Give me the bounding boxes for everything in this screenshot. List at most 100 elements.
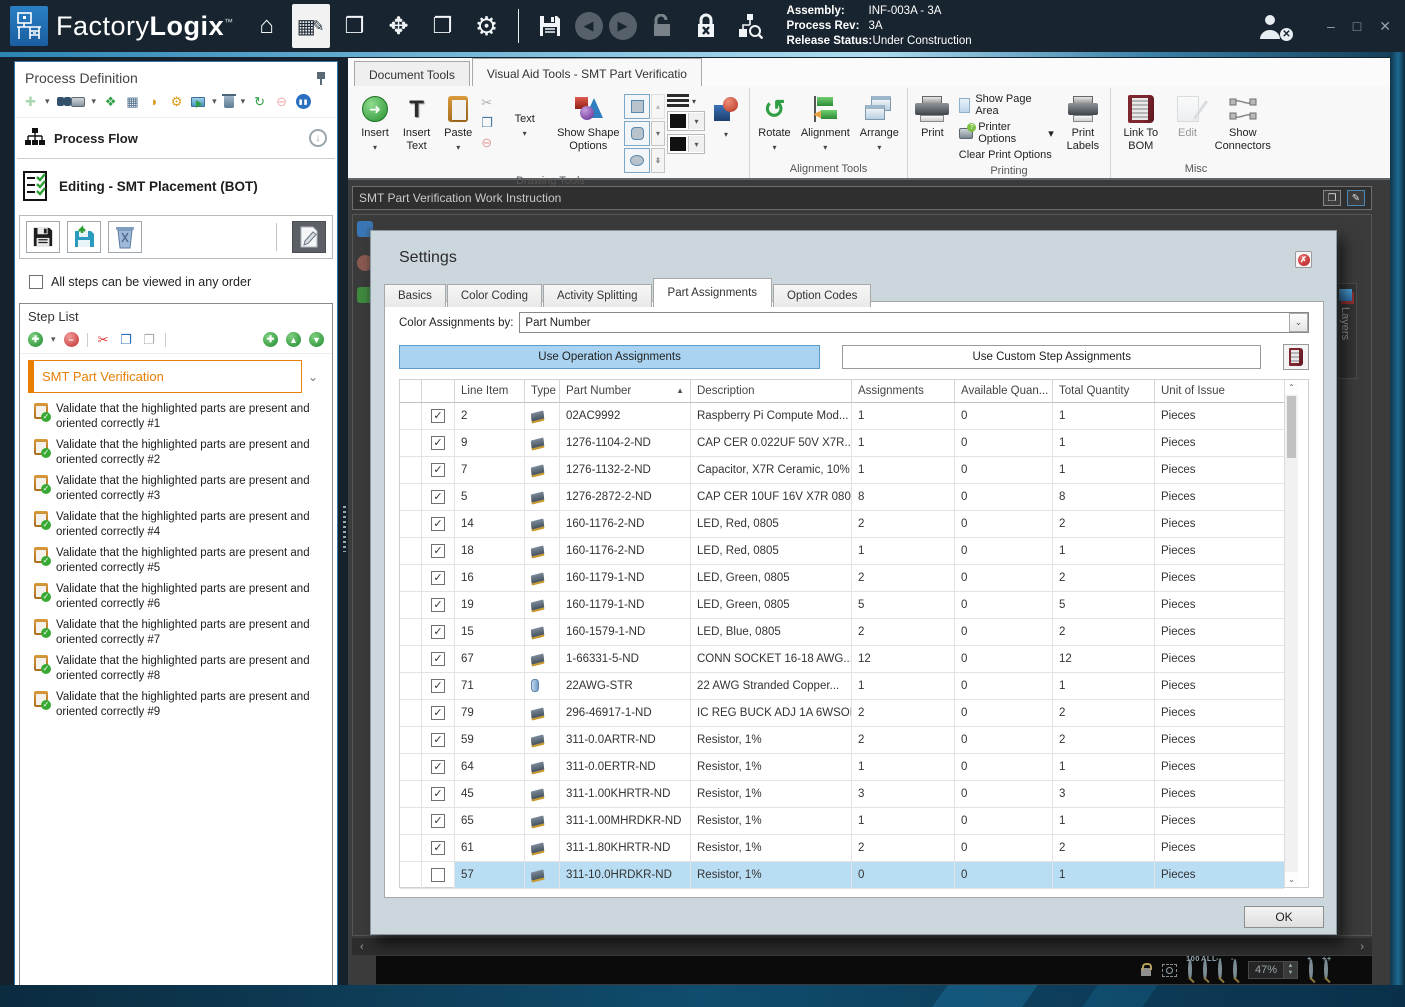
zoom-marquee-icon[interactable] — [1162, 964, 1177, 977]
row-checkbox-cell[interactable]: ✓ — [422, 673, 455, 700]
rotate-button[interactable]: ↺Rotate▾ — [754, 91, 795, 157]
save-icon[interactable] — [531, 4, 569, 48]
paste-icon[interactable]: ❐ — [142, 332, 157, 347]
row-checkbox[interactable]: ✓ — [431, 571, 445, 585]
row-checkbox[interactable]: ✓ — [431, 436, 445, 450]
text-menu-button[interactable]: Text▾ — [506, 91, 544, 143]
dialog-tab[interactable]: Color Coding — [447, 284, 542, 307]
show-connectors-button[interactable]: Show Connectors — [1209, 91, 1277, 156]
table-row[interactable]: ✓ 71 22AWG-STR 22 AWG Stranded Copper...… — [400, 673, 1284, 700]
add-operation-icon[interactable]: ✚ — [23, 94, 38, 109]
row-checkbox-cell[interactable]: ✓ — [422, 808, 455, 835]
row-checkbox-cell[interactable]: ✓ — [422, 646, 455, 673]
zoom-100-button[interactable]: 100 — [1188, 961, 1192, 979]
row-checkbox[interactable]: ✓ — [431, 760, 445, 774]
bom-view-button[interactable] — [1283, 344, 1309, 370]
row-checkbox[interactable]: ✓ — [431, 814, 445, 828]
save-export-button[interactable] — [67, 221, 101, 253]
delete-dropdown-icon[interactable]: ▾ — [241, 96, 246, 107]
zoom-lock-icon[interactable] — [1141, 968, 1151, 976]
total-quantity-header[interactable]: Total Quantity — [1053, 380, 1155, 402]
assignments-header[interactable]: Assignments — [852, 380, 955, 402]
shape-scroll-up-icon[interactable]: ▴ — [651, 94, 665, 119]
find-icon[interactable] — [57, 97, 64, 106]
zoom-level-control[interactable]: 47% ▲▼ — [1248, 961, 1298, 979]
cut-icon[interactable]: ✂ — [96, 332, 111, 347]
table-row[interactable]: ✓ 45 311-1.00KHRTR-ND Resistor, 1% 3 0 3… — [400, 781, 1284, 808]
link-to-bom-button[interactable]: Link To BOM — [1115, 91, 1167, 156]
add-step-dropdown-icon[interactable]: ▾ — [51, 334, 56, 345]
dialog-tab[interactable]: Option Codes — [773, 284, 871, 307]
row-checkbox-cell[interactable]: ✓ — [422, 835, 455, 862]
print-icon[interactable] — [71, 97, 85, 107]
export-folder-icon[interactable] — [191, 97, 205, 107]
options-gear-icon[interactable]: ⚙ — [169, 94, 184, 109]
dialog-tab[interactable]: Activity Splitting — [543, 284, 652, 307]
navigate-icon[interactable]: ✥ — [380, 4, 418, 48]
settings-gear-icon[interactable]: ⚙ — [468, 4, 506, 48]
table-row[interactable]: ✓ 59 311-0.0ARTR-ND Resistor, 1% 2 0 2 P… — [400, 727, 1284, 754]
arrange-button[interactable]: Arrange▾ — [856, 91, 903, 157]
edit-document-button[interactable] — [292, 221, 326, 253]
table-row[interactable]: ✓ 15 160-1579-1-ND LED, Blue, 0805 2 0 2… — [400, 619, 1284, 646]
row-checkbox[interactable]: ✓ — [431, 409, 445, 423]
checkbox-column-header[interactable] — [422, 380, 455, 402]
row-checkbox-cell[interactable]: ✓ — [422, 511, 455, 538]
step-list-item[interactable]: Validate that the highlighted parts are … — [20, 687, 332, 723]
ok-button[interactable]: OK — [1244, 906, 1324, 928]
edit-page-icon[interactable]: ✎ — [1347, 190, 1365, 206]
row-checkbox[interactable]: ✓ — [431, 706, 445, 720]
zoom-in-button[interactable]: + — [1309, 961, 1313, 979]
rectangle-shape-button[interactable] — [624, 94, 650, 119]
step-list-item[interactable]: Validate that the highlighted parts are … — [20, 507, 332, 543]
ribbon-tab[interactable]: Visual Aid Tools - SMT Part Verificatio — [472, 58, 702, 86]
table-row[interactable]: ✓ 61 311-1.80KHRTR-ND Resistor, 1% 2 0 2… — [400, 835, 1284, 862]
row-checkbox[interactable]: ✓ — [431, 733, 445, 747]
process-audit-icon[interactable] — [731, 4, 769, 48]
table-row[interactable]: ✓ 7 1276-1132-2-ND Capacitor, X7R Cerami… — [400, 457, 1284, 484]
printer-options-button[interactable]: Printer Options▾ — [959, 121, 1054, 145]
fill-color-picker[interactable]: ▾ — [667, 134, 705, 154]
line-style-button[interactable]: ▾ — [667, 94, 705, 108]
duplicate-page-icon[interactable]: ❐ — [1323, 190, 1341, 206]
show-page-area-button[interactable]: Show Page Area — [959, 93, 1054, 117]
user-session-icon[interactable]: ✕ — [1257, 13, 1283, 39]
row-checkbox-cell[interactable]: ✓ — [422, 538, 455, 565]
select-chevron-icon[interactable]: ⌄ — [1289, 313, 1308, 332]
row-checkbox-cell[interactable]: ✓ — [422, 727, 455, 754]
dialog-tab[interactable]: Part Assignments — [653, 278, 772, 307]
row-checkbox[interactable]: ✓ — [431, 652, 445, 666]
delete-shape-icon[interactable]: ⊖ — [481, 135, 493, 151]
move-down-icon[interactable]: ▼ — [309, 332, 324, 347]
zoom-all-button[interactable]: ALL — [1203, 961, 1207, 979]
zoom-out-fast-button[interactable]: -- — [1218, 961, 1222, 979]
order-checkbox[interactable] — [29, 275, 43, 289]
row-checkbox-cell[interactable]: ✓ — [422, 754, 455, 781]
add-substep-icon[interactable]: ✚ — [263, 332, 278, 347]
step-list-item[interactable]: Validate that the highlighted parts are … — [20, 651, 332, 687]
back-icon[interactable]: ◀ — [575, 12, 603, 40]
table-row[interactable]: ✓ 67 1-66331-5-ND CONN SOCKET 16-18 AWG.… — [400, 646, 1284, 673]
shape-3d-button[interactable]: ▾ — [707, 91, 745, 144]
table-row[interactable]: ✓ 16 160-1179-1-ND LED, Green, 0805 2 0 … — [400, 565, 1284, 592]
scroll-left-icon[interactable]: ‹ — [360, 941, 364, 953]
table-row[interactable]: ✓ 2 02AC9992 Raspberry Pi Compute Mod...… — [400, 403, 1284, 430]
row-checkbox-cell[interactable]: ✓ — [422, 457, 455, 484]
use-custom-step-assignments-button[interactable]: Use Custom Step Assignments — [842, 345, 1261, 369]
add-step-icon[interactable]: ✚ — [28, 332, 43, 347]
line-color-picker[interactable]: ▾ — [667, 111, 705, 131]
zoom-in-fast-button[interactable]: ++ — [1324, 961, 1328, 979]
move-up-icon[interactable]: ▲ — [286, 332, 301, 347]
table-row[interactable]: ✓ 19 160-1179-1-ND LED, Green, 0805 5 0 … — [400, 592, 1284, 619]
save-document-button[interactable] — [26, 221, 60, 253]
description-header[interactable]: Description — [691, 380, 852, 402]
dialog-tab[interactable]: Basics — [384, 284, 446, 307]
row-checkbox[interactable] — [431, 868, 445, 882]
table-row[interactable]: ✓ 5 1276-2872-2-ND CAP CER 10UF 16V X7R … — [400, 484, 1284, 511]
step-chevron-icon[interactable]: ⌄ — [302, 370, 324, 384]
delete-icon[interactable] — [224, 96, 234, 108]
step-list-item[interactable]: Validate that the highlighted parts are … — [20, 543, 332, 579]
line-item-header[interactable]: Line Item — [455, 380, 525, 402]
row-checkbox-cell[interactable] — [422, 862, 455, 889]
ribbon-tab[interactable]: Document Tools — [354, 61, 470, 86]
